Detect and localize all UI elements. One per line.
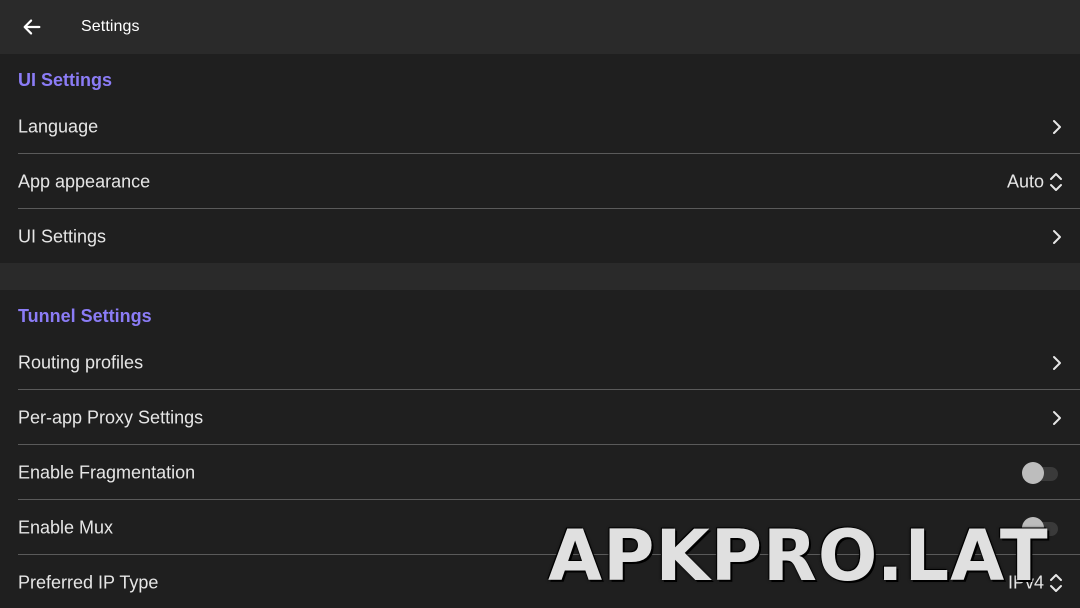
section-separator (0, 263, 1080, 290)
toggle-thumb (1022, 461, 1044, 484)
language-row[interactable]: Language (0, 99, 1080, 154)
section-header-tunnel-settings: Tunnel Settings (18, 306, 152, 326)
ui-settings-row[interactable]: UI Settings (0, 209, 1080, 264)
enable-mux-row[interactable]: Enable Mux (0, 500, 1080, 555)
ui-settings-section: UI Settings Language App appearance Auto… (0, 54, 1080, 263)
enable-mux-toggle[interactable] (1022, 516, 1058, 539)
chevron-right-icon (1050, 228, 1064, 246)
toggle-thumb (1022, 516, 1044, 539)
preferred-ip-type-row[interactable]: Preferred IP Type IPv4 (0, 555, 1080, 608)
back-button[interactable] (14, 9, 50, 45)
enable-fragmentation-row[interactable]: Enable Fragmentation (0, 445, 1080, 500)
page-title: Settings (81, 18, 140, 35)
routing-profiles-row[interactable]: Routing profiles (0, 335, 1080, 390)
tunnel-settings-section: Tunnel Settings Routing profiles Per-app… (0, 290, 1080, 608)
app-appearance-value[interactable]: Auto (1007, 171, 1044, 192)
enable-fragmentation-label: Enable Fragmentation (18, 462, 196, 482)
language-label: Language (18, 116, 99, 136)
top-app-bar: Settings (0, 0, 1080, 54)
per-app-proxy-row[interactable]: Per-app Proxy Settings (0, 390, 1080, 445)
enable-mux-label: Enable Mux (18, 517, 114, 537)
per-app-proxy-label: Per-app Proxy Settings (18, 407, 204, 427)
chevron-right-icon (1050, 118, 1064, 136)
app-appearance-label: App appearance (18, 171, 151, 191)
app-appearance-row[interactable]: App appearance Auto (0, 154, 1080, 209)
preferred-ip-type-label: Preferred IP Type (18, 572, 159, 592)
section-header-ui-settings: UI Settings (18, 70, 113, 90)
arrow-left-icon (23, 19, 41, 35)
ui-settings-label: UI Settings (18, 226, 107, 246)
preferred-ip-type-value[interactable]: IPv4 (1008, 572, 1044, 593)
chevron-up-down-icon (1050, 573, 1062, 592)
chevron-right-icon (1050, 354, 1064, 372)
routing-profiles-label: Routing profiles (18, 352, 144, 372)
enable-fragmentation-toggle[interactable] (1022, 461, 1058, 484)
chevron-right-icon (1050, 409, 1064, 427)
chevron-up-down-icon (1050, 172, 1062, 191)
settings-screen: Settings UI Settings Language App appear… (0, 0, 1080, 608)
